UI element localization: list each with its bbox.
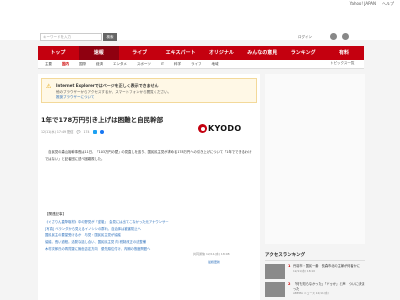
recommended-browser-link[interactable]: 推奨ブラウザーについて (56, 95, 254, 100)
yahoo-top-link[interactable]: Yahoo! JAPAN (350, 1, 376, 7)
nav-original[interactable]: オリジナル (202, 46, 242, 60)
kyodo-mark-icon (198, 124, 207, 133)
twitter-share-icon[interactable] (92, 129, 97, 134)
subnav-entertainment[interactable]: エンタメ (108, 60, 132, 68)
article-meta: 12/11(水) 17:49 配信 💬 174 (41, 129, 104, 134)
notice-title: Internet Explorerではページを正しく表示できません (56, 83, 159, 88)
article-title: 1年で178万円引き上げは困難と自民幹部 (41, 116, 164, 124)
ranking-text[interactable]: 丹羽市・国民一番 長森市北の主婦が何者かに 12/11(水) 18:10 (293, 264, 365, 273)
ranking-number: 2 (288, 282, 291, 286)
ranking-item[interactable]: 1 丹羽市・国民一番 長森市北の主婦が何者かに 12/11(水) 18:10 (265, 264, 365, 282)
subnav-main[interactable]: 主要 (40, 60, 57, 68)
topics-list-link[interactable]: トピックス一覧 (330, 61, 354, 66)
ranking-title[interactable]: 「何も知らなかった」「ドゥか」と声 ついに決まった (293, 282, 365, 291)
ranking-thumbnail[interactable] (265, 264, 285, 279)
login-link[interactable]: ログイン (298, 35, 312, 40)
ranking-number: 1 (288, 264, 291, 268)
kyodo-logo-text: KYODO (208, 124, 242, 133)
nav-top[interactable]: トップ (38, 46, 78, 60)
related-link[interactable]: 《ぐさりん直撃取材》中の野党が「逆襲」 会見には出てこなかった元アナウンサー (45, 219, 253, 226)
kyodo-logo: KYODO (198, 124, 241, 133)
comment-icon[interactable]: 💬 (76, 130, 80, 134)
nav-live[interactable]: ライブ (120, 46, 160, 60)
ranking-item[interactable]: 2 「何も知らなかった」「ドゥか」と声 ついに決まった ABEMA ニュース 1… (265, 282, 365, 300)
sub-nav: 主要 国内 国際 経済 エンタメ スポーツ IT 科学 ライフ 地域 (38, 60, 364, 69)
search-button[interactable]: 検索 (103, 33, 117, 41)
subnav-domestic[interactable]: 国内 (57, 60, 74, 68)
article-main: ⚠ Internet Explorerではページを正しく表示できません 他のブラ… (38, 74, 260, 300)
nav-paid[interactable]: 有料 (324, 46, 364, 60)
nav-breaking[interactable]: 速報 (78, 46, 119, 60)
source-date: 12/11(水) 18:08 (205, 252, 230, 256)
ad-space (265, 74, 365, 244)
ranking-source: 12/11(水) 18:10 (293, 268, 315, 273)
notice-body: 他のブラウザーからアクセスするか、スマートフォンから閲覧ください。 推奨ブラウザ… (56, 90, 254, 100)
ranking-heading: アクセスランキング (265, 252, 365, 261)
ranking-thumbnail[interactable] (265, 282, 285, 297)
subnav-region[interactable]: 地域 (207, 60, 224, 68)
subnav-international[interactable]: 国際 (74, 60, 91, 68)
nav-opinion[interactable]: みんなの意見 (242, 46, 282, 60)
related-heading: 【関連記事】 (45, 212, 66, 216)
article-source: 共同通信 12/11(水) 18:08 (193, 252, 230, 256)
related-link[interactable]: 協議、長い道程。活発な話し合い、国民民主党 内 税制改正の法整備 (45, 239, 253, 246)
subnav-science[interactable]: 科学 (169, 60, 186, 68)
warning-icon: ⚠ (46, 83, 52, 90)
help-link[interactable]: ヘルプ (382, 1, 394, 7)
sidebar: アクセスランキング 1 丹羽市・国民一番 長森市北の主婦が何者かに 12/11(… (265, 74, 365, 300)
mail-icon[interactable] (330, 33, 337, 40)
nav-ranking[interactable]: ランキング (283, 46, 323, 60)
ranking-source: ABEMA ニュース 12/11(水) (293, 291, 329, 295)
related-link[interactable]: [写真] ベランダから見えるイノシシの群れ、自治体は被害防止へ (45, 226, 253, 233)
related-links: 《ぐさりん直撃取材》中の野党が「逆襲」 会見には出てこなかった元アナウンサー [… (45, 219, 253, 253)
subnav-life[interactable]: ライフ (186, 60, 207, 68)
article-body: 自民党の森山裕幹事長は11日、「103万円の壁」の見直しを巡り、国民民主党が求め… (45, 150, 252, 161)
source-name: 共同通信 (193, 252, 206, 256)
subnav-it[interactable]: IT (156, 60, 169, 68)
header-icons (330, 33, 349, 40)
last-updated-link[interactable]: 最終更新 (208, 260, 220, 264)
top-bar: Yahoo! JAPAN ヘルプ (0, 0, 400, 10)
subnav-sports[interactable]: スポーツ (132, 60, 156, 68)
nav-expert[interactable]: エキスパート (161, 46, 201, 60)
search-input[interactable]: キーワードを入力 (40, 33, 102, 41)
browser-notice: ⚠ Internet Explorerではページを正しく表示できません 他のブラ… (41, 78, 257, 103)
menu-icon[interactable] (342, 33, 349, 40)
main-nav: トップ 速報 ライブ エキスパート オリジナル みんなの意見 ランキング 有料 (38, 46, 364, 60)
ranking-text[interactable]: 「何も知らなかった」「ドゥか」と声 ついに決まった ABEMA ニュース 12/… (293, 282, 365, 296)
subnav-economy[interactable]: 経済 (91, 60, 108, 68)
ranking-title[interactable]: 丹羽市・国民一番 長森市北の主婦が何者かに (293, 264, 365, 269)
top-links: Yahoo! JAPAN ヘルプ (350, 1, 394, 7)
article-date: 12/11(水) 17:49 配信 (41, 130, 74, 134)
facebook-share-icon[interactable] (99, 129, 104, 134)
comment-count[interactable]: 174 (83, 130, 89, 134)
related-link[interactable]: 国民民主の要望受けるか 与党・国民民主党が協議 (45, 232, 253, 239)
